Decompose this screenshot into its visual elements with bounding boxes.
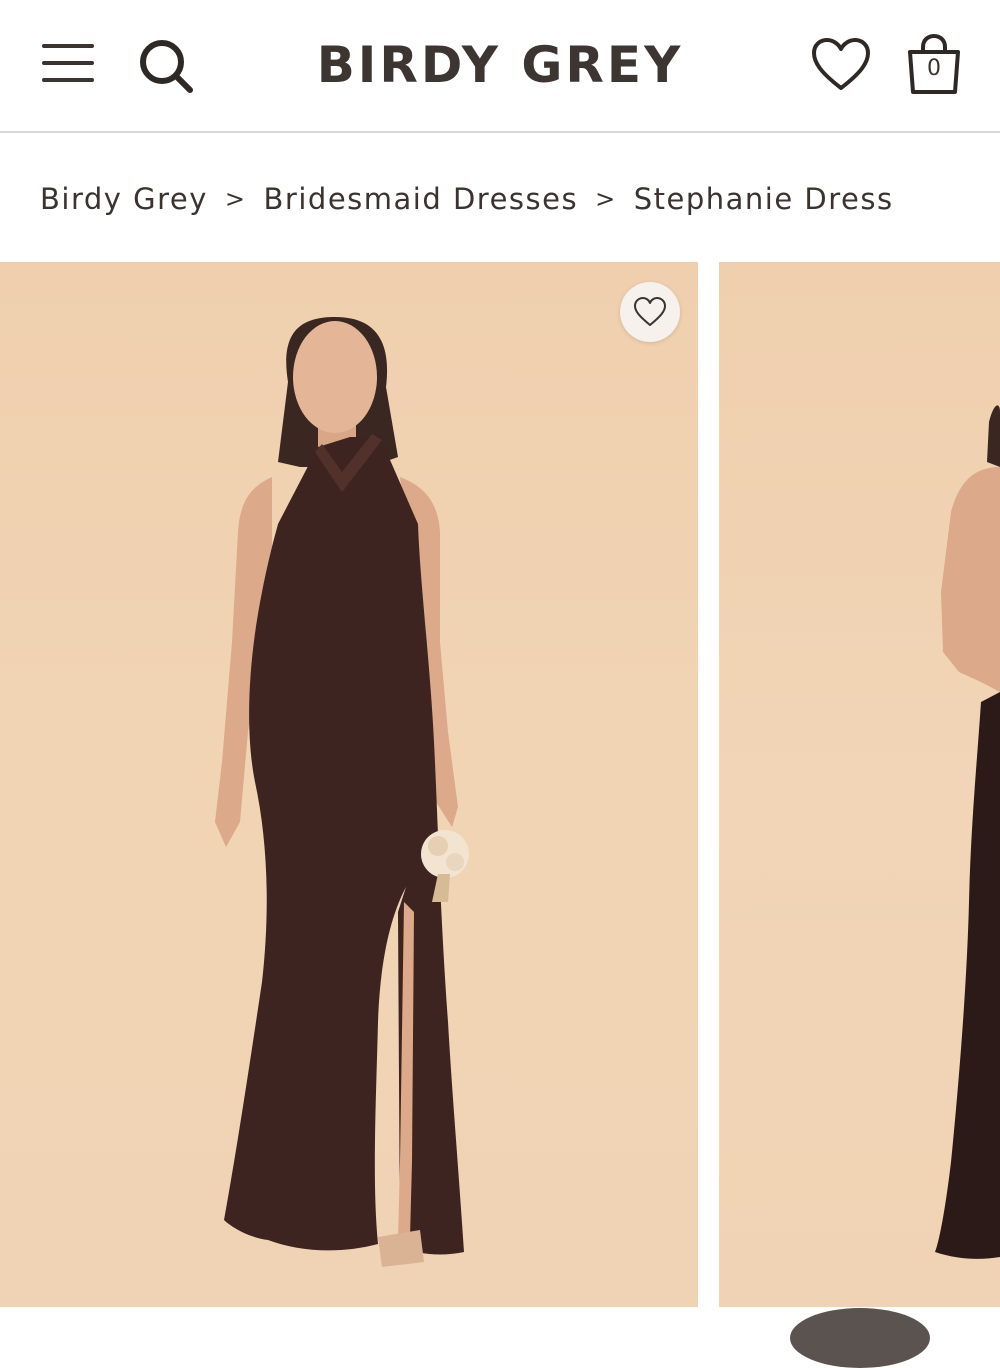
product-image-gallery[interactable]	[0, 262, 1000, 1307]
cart-count-badge: 0	[927, 56, 941, 81]
site-header: BIRDY GREY 0	[0, 0, 1000, 133]
shopping-bag-icon[interactable]: 0	[902, 32, 966, 98]
brand-logo[interactable]: BIRDY GREY	[290, 30, 710, 100]
model-back-illustration	[935, 405, 1000, 1259]
breadcrumb-separator: >	[595, 185, 617, 213]
breadcrumb-item-current: Stephanie Dress	[633, 182, 894, 216]
favorite-heart-icon[interactable]	[620, 282, 680, 342]
breadcrumb-separator: >	[224, 185, 247, 213]
hamburger-menu-icon[interactable]	[38, 40, 98, 86]
breadcrumb: Birdy Grey > Bridesmaid Dresses > Stepha…	[40, 176, 894, 222]
product-image-front[interactable]	[0, 262, 698, 1307]
heart-icon[interactable]	[810, 36, 872, 94]
breadcrumb-item-bridesmaid-dresses[interactable]: Bridesmaid Dresses	[264, 182, 579, 216]
breadcrumb-item-home[interactable]: Birdy Grey	[40, 182, 208, 216]
color-swatch-peek[interactable]	[790, 1308, 930, 1368]
product-image-back[interactable]	[719, 262, 1000, 1307]
search-icon[interactable]	[134, 34, 198, 98]
model-front-illustration	[215, 317, 469, 1267]
